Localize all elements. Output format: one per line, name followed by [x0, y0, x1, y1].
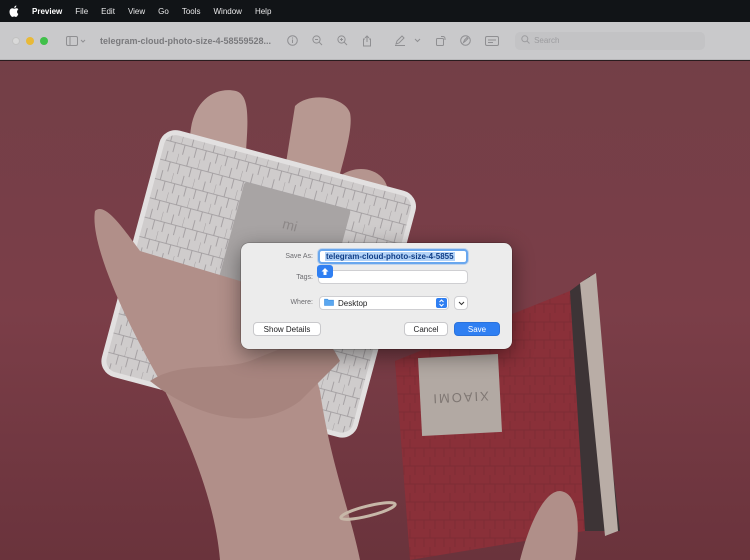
expand-browser-button[interactable] [454, 296, 468, 310]
share-icon[interactable] [362, 34, 372, 47]
zoom-out-icon[interactable] [312, 35, 323, 46]
window-toolbar: telegram-cloud-photo-size-4-58559528... … [0, 22, 750, 60]
info-icon[interactable] [287, 35, 298, 46]
menu-view[interactable]: View [128, 7, 145, 16]
upload-arrow-icon [317, 265, 333, 278]
cancel-button[interactable]: Cancel [404, 322, 448, 336]
where-value: Desktop [338, 298, 368, 308]
menu-edit[interactable]: Edit [101, 7, 115, 16]
menu-go[interactable]: Go [158, 7, 169, 16]
menu-help[interactable]: Help [255, 7, 271, 16]
toolbar-search-field[interactable]: Search [515, 31, 706, 50]
menu-window[interactable]: Window [214, 7, 242, 16]
save-as-field[interactable]: telegram-cloud-photo-size-4-5855 [318, 249, 468, 264]
save-button[interactable]: Save [454, 322, 500, 336]
markup-dropdown-chevron-icon[interactable] [414, 38, 421, 43]
rotate-icon[interactable] [435, 35, 446, 46]
menu-tools[interactable]: Tools [182, 7, 201, 16]
select-stepper-icon [436, 298, 447, 308]
tags-field[interactable] [318, 270, 468, 284]
zoom-in-icon[interactable] [337, 35, 348, 46]
menu-bar: Preview File Edit View Go Tools Window H… [0, 0, 750, 22]
menu-app-name[interactable]: Preview [32, 7, 62, 16]
sidebar-toggle-icon[interactable] [66, 35, 86, 46]
save-dialog: Save As: telegram-cloud-photo-size-4-585… [241, 243, 512, 349]
folder-icon [324, 298, 334, 308]
tags-label: Tags: [296, 274, 313, 281]
document-title[interactable]: telegram-cloud-photo-size-4-58559528... [100, 36, 271, 46]
where-label: Where: [290, 299, 313, 306]
minimize-window-button[interactable] [26, 36, 34, 45]
menu-file[interactable]: File [75, 7, 88, 16]
show-details-button[interactable]: Show Details [253, 322, 321, 336]
phone-brand-text: XIAOMI [431, 389, 489, 407]
search-placeholder: Search [534, 36, 560, 45]
form-fill-icon[interactable] [485, 35, 500, 46]
close-window-button[interactable] [12, 36, 20, 45]
save-as-value: telegram-cloud-photo-size-4-5855 [325, 252, 455, 261]
apple-menu-icon[interactable] [8, 5, 20, 17]
chevron-down-icon [458, 299, 465, 308]
save-as-label: Save As: [285, 253, 313, 260]
where-location-select[interactable]: Desktop [319, 296, 449, 310]
annotate-icon[interactable] [460, 35, 471, 46]
search-icon [521, 35, 530, 46]
window-controls [12, 36, 48, 45]
markup-icon[interactable] [394, 35, 406, 46]
zoom-window-button[interactable] [40, 36, 48, 45]
